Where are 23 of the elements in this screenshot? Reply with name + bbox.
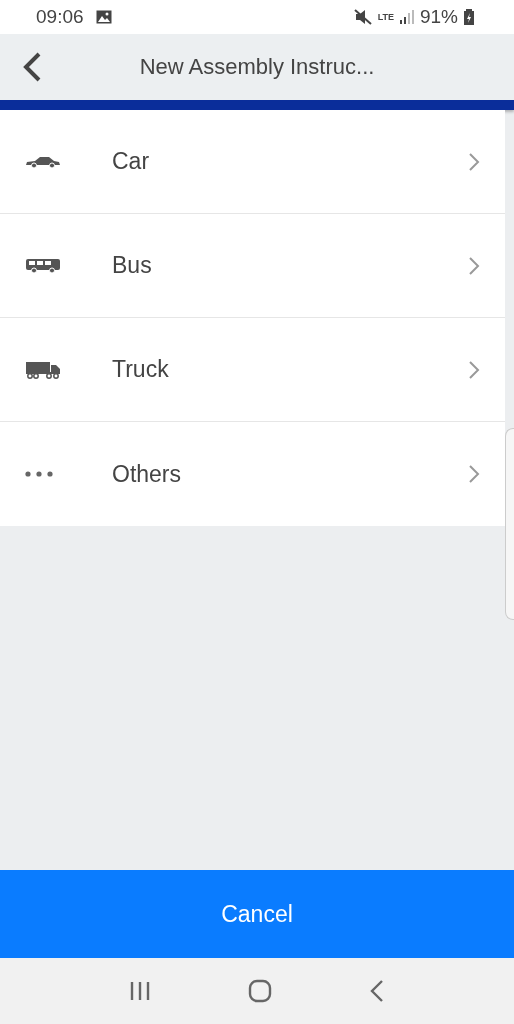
- recents-icon[interactable]: [128, 981, 151, 1001]
- car-icon: [25, 155, 61, 168]
- mute-icon: [353, 9, 372, 25]
- signal-icon: [399, 10, 414, 24]
- cancel-button[interactable]: Cancel: [0, 870, 514, 958]
- status-time: 09:06: [36, 6, 84, 28]
- back-icon: [22, 51, 42, 83]
- truck-icon: [25, 360, 61, 379]
- chevron-icon: [468, 255, 480, 276]
- home-icon[interactable]: [248, 979, 272, 1003]
- chevron-icon: [468, 151, 480, 172]
- back-button[interactable]: [22, 51, 42, 83]
- battery-icon: [464, 9, 474, 25]
- image-icon: [95, 10, 112, 24]
- edge-handle[interactable]: [505, 428, 514, 620]
- header-title: New Assembly Instruc...: [138, 54, 376, 80]
- bus-icon: [25, 257, 61, 274]
- more-icon: [25, 471, 53, 477]
- back-nav-icon[interactable]: [369, 979, 386, 1003]
- chevron-icon: [468, 359, 480, 380]
- chevron-icon: [468, 464, 480, 484]
- network-label: LTE: [377, 12, 394, 22]
- battery-percent: 91%: [419, 6, 458, 28]
